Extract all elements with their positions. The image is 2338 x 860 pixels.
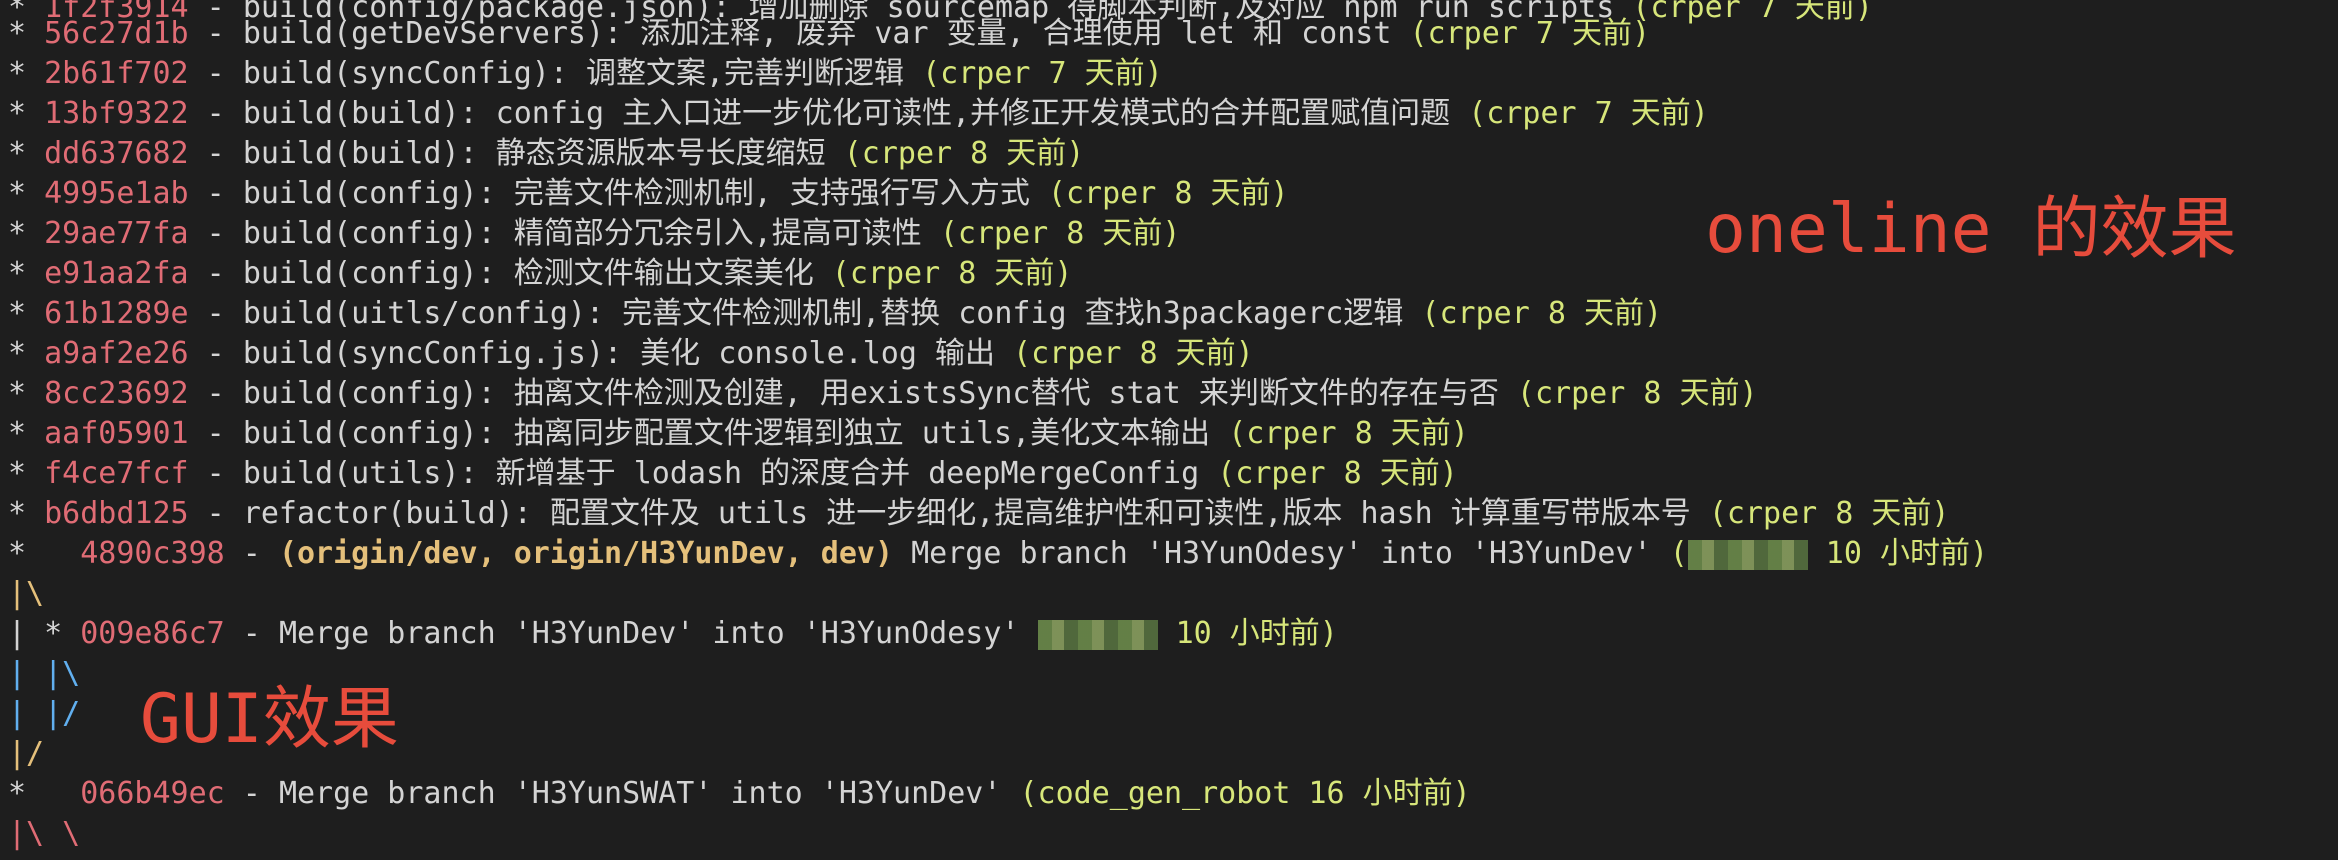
commit-author: (crper 8 天前) bbox=[1498, 376, 1758, 411]
commit-hash: 066b49ec bbox=[80, 776, 225, 811]
commit-hash: e91aa2fa bbox=[44, 256, 189, 291]
merge-commit-line: | * 009e86c7 - Merge branch 'H3YunDev' i… bbox=[8, 616, 1338, 651]
branch-refs: (origin/dev, origin/H3YunDev, dev) bbox=[278, 536, 894, 571]
commit-message: build(build): config 主入口进一步优化可读性,并修正开发模式… bbox=[242, 96, 1451, 131]
commit-line: * 8cc23692 - build(config): 抽离文件检测及创建, 用… bbox=[8, 376, 1758, 411]
commit-author: (crper 7 天前) bbox=[1450, 96, 1709, 131]
commit-line: * 4995e1ab - build(config): 完善文件检测机制, 支持… bbox=[8, 176, 1289, 211]
commit-message: build(config): 完善文件检测机制, 支持强行写入方式 bbox=[242, 176, 1030, 211]
commit-line: * dd637682 - build(build): 静态资源版本号长度缩短 (… bbox=[8, 136, 1085, 171]
commit-hash: a9af2e26 bbox=[44, 336, 189, 371]
commit-line: * 61b1289e - build(uitls/config): 完善文件检测… bbox=[8, 296, 1663, 331]
commit-message: build(config): 检测文件输出文案美化 bbox=[242, 256, 814, 291]
commit-hash: 13bf9322 bbox=[44, 96, 189, 131]
commit-line: * aaf05901 - build(config): 抽离同步配置文件逻辑到独… bbox=[8, 416, 1469, 451]
commit-author: (crper 7 天前) bbox=[904, 56, 1163, 91]
commit-author: (crper 7 天前) bbox=[1391, 16, 1651, 51]
annotation-gui: GUI效果 bbox=[140, 680, 399, 759]
commit-author: (crper 8 天前) bbox=[921, 216, 1181, 251]
graph-edge: | |/ bbox=[8, 696, 81, 731]
commit-author: (crper 8 天前) bbox=[994, 336, 1254, 371]
commit-line: * 13bf9322 - build(build): config 主入口进一步… bbox=[8, 96, 1709, 131]
commit-line: * 56c27d1b - build(getDevServers): 添加注释,… bbox=[8, 16, 1651, 51]
commit-message: build(syncConfig): 调整文案,完善判断逻辑 bbox=[242, 56, 905, 91]
commit-message: Merge branch 'H3YunDev' into 'H3YunOdesy… bbox=[278, 616, 1038, 651]
commit-message: refactor(build): 配置文件及 utils 进一步细化,提高维护性… bbox=[242, 496, 1691, 531]
commit-hash: 29ae77fa bbox=[44, 216, 189, 251]
commit-author: (crper 8 天前) bbox=[1210, 416, 1469, 451]
commit-message: build(uitls/config): 完善文件检测机制,替换 config … bbox=[242, 296, 1404, 331]
commit-message: build(config): 精简部分冗余引入,提高可读性 bbox=[242, 216, 922, 251]
commit-hash: f4ce7fcf bbox=[44, 456, 189, 491]
commit-author: (crper 8 天前) bbox=[1690, 496, 1950, 531]
commit-hash: 8cc23692 bbox=[44, 376, 189, 411]
commit-message: build(utils): 新增基于 lodash 的深度合并 deepMerg… bbox=[242, 456, 1200, 491]
commit-message: build(getDevServers): 添加注释, 废弃 var 变量, 合… bbox=[242, 16, 1392, 51]
terminal-window[interactable]: * 1f2f3914 - build(config/package.json):… bbox=[0, 0, 2338, 860]
commit-time: 10 小时前) bbox=[1157, 616, 1338, 651]
commit-time: 10 小时前) bbox=[1807, 536, 1989, 571]
graph-edge: | |\ bbox=[8, 656, 81, 691]
commit-hash: 009e86c7 bbox=[80, 616, 225, 651]
commit-line: * a9af2e26 - build(syncConfig.js): 美化 co… bbox=[8, 336, 1254, 371]
commit-hash: 56c27d1b bbox=[44, 16, 189, 51]
commit-hash: 61b1289e bbox=[44, 296, 189, 331]
graph-edge: |\ \ bbox=[8, 816, 81, 851]
commit-line: * e91aa2fa - build(config): 检测文件输出文案美化 (… bbox=[8, 256, 1073, 291]
commit-message: Merge branch 'H3YunOdesy' into 'H3YunDev… bbox=[893, 536, 1670, 571]
redacted-author bbox=[1687, 539, 1808, 570]
commit-message: build(config): 抽离文件检测及创建, 用existsSync替代 … bbox=[242, 376, 1499, 411]
commit-author: (crper 8 天前) bbox=[813, 256, 1073, 291]
commit-hash: dd637682 bbox=[44, 136, 189, 171]
commit-message: Merge branch 'H3YunSWAT' into 'H3YunDev' bbox=[278, 776, 1002, 811]
commit-line: * 29ae77fa - build(config): 精简部分冗余引入,提高可… bbox=[8, 216, 1181, 251]
commit-hash: 4890c398 bbox=[80, 536, 225, 571]
commit-line: * 2b61f702 - build(syncConfig): 调整文案,完善判… bbox=[8, 56, 1163, 91]
commit-author: (code_gen_robot 16 小时前) bbox=[1001, 776, 1471, 811]
redacted-author bbox=[1037, 619, 1158, 650]
commit-author: (crper 8 天前) bbox=[1199, 456, 1458, 491]
commit-line: * f4ce7fcf - build(utils): 新增基于 lodash 的… bbox=[8, 456, 1458, 491]
commit-hash: aaf05901 bbox=[44, 416, 189, 451]
commit-message: build(config): 抽离同步配置文件逻辑到独立 utils,美化文本输… bbox=[242, 416, 1211, 451]
commit-author: (crper 8 天前) bbox=[1029, 176, 1289, 211]
merge-commit-line: * 066b49ec - Merge branch 'H3YunSWAT' in… bbox=[8, 776, 1471, 811]
commit-line: * b6dbd125 - refactor(build): 配置文件及 util… bbox=[8, 496, 1950, 531]
commit-author: (crper 8 天前) bbox=[825, 136, 1085, 171]
graph-edge: |/ bbox=[8, 736, 45, 771]
commit-hash: 2b61f702 bbox=[44, 56, 189, 91]
commit-message: build(build): 静态资源版本号长度缩短 bbox=[242, 136, 826, 171]
commit-message: build(syncConfig.js): 美化 console.log 输出 bbox=[242, 336, 995, 371]
commit-hash: b6dbd125 bbox=[44, 496, 189, 531]
merge-commit-line: * 4890c398 - (origin/dev, origin/H3YunDe… bbox=[8, 536, 1989, 571]
annotation-oneline: oneline 的效果 bbox=[1705, 190, 2237, 269]
commit-author: (crper 7 天前) bbox=[1614, 0, 1873, 25]
commit-author: (crper 8 天前) bbox=[1403, 296, 1663, 331]
commit-hash: 4995e1ab bbox=[44, 176, 189, 211]
graph-edge: |\ bbox=[8, 576, 45, 611]
